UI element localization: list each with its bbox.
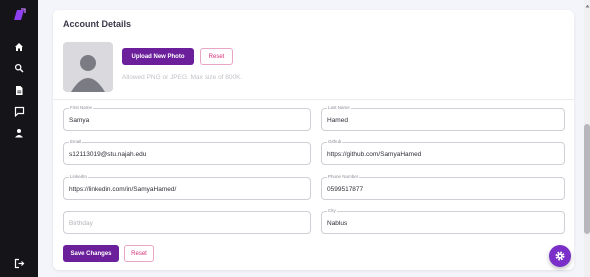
phone-label: Phone Number xyxy=(327,174,360,180)
linkedin-field[interactable]: LinkedIn https://linkedin.com/in/SamyaHa… xyxy=(63,174,311,200)
github-label: Github xyxy=(327,139,343,145)
email-field[interactable]: Email s12113019@stu.najah.edu xyxy=(63,139,311,165)
github-field[interactable]: Github https://github.com/SamyaHamed xyxy=(321,139,565,165)
reset-form-button[interactable]: Reset xyxy=(124,245,154,262)
last-name-label: Last Name xyxy=(327,105,351,111)
scroll-up-icon[interactable] xyxy=(584,4,590,8)
save-changes-button[interactable]: Save Changes xyxy=(63,245,119,262)
birthday-placeholder: Birthday xyxy=(69,220,93,227)
first-name-label: First Name xyxy=(69,105,94,111)
phone-field[interactable]: Phone Number 0599517877 xyxy=(321,174,565,200)
gear-icon xyxy=(555,251,565,261)
document-icon[interactable] xyxy=(11,82,27,98)
card-title: Account Details xyxy=(63,19,132,29)
upload-hint: Allowed PNG or JPEG. Max size of 800K. xyxy=(122,74,243,81)
first-name-field[interactable]: First Name Samya xyxy=(63,105,311,131)
last-name-value: Hamed xyxy=(327,117,348,124)
upload-photo-button[interactable]: Upload New Photo xyxy=(122,48,194,65)
scrollbar[interactable] xyxy=(584,0,590,277)
sidebar xyxy=(0,0,38,277)
first-name-value: Samya xyxy=(69,117,90,124)
city-value: Nablus xyxy=(327,220,348,227)
linkedin-label: LinkedIn xyxy=(69,174,89,180)
chat-icon[interactable] xyxy=(11,103,27,119)
reset-photo-button[interactable]: Reset xyxy=(200,48,233,65)
home-icon[interactable] xyxy=(11,39,27,55)
phone-value: 0599517877 xyxy=(327,186,364,193)
account-details-card: Account Details Upload New Photo Reset A… xyxy=(53,10,574,270)
logo-icon[interactable] xyxy=(11,7,27,23)
divider xyxy=(53,99,574,100)
user-icon[interactable] xyxy=(11,125,27,141)
city-field[interactable]: City Nablus xyxy=(321,208,565,234)
scrollbar-thumb[interactable] xyxy=(584,124,590,234)
avatar xyxy=(63,42,113,92)
github-value: https://github.com/SamyaHamed xyxy=(327,151,422,158)
search-icon[interactable] xyxy=(11,60,27,76)
last-name-field[interactable]: Last Name Hamed xyxy=(321,105,565,131)
linkedin-value: https://linkedin.com/in/SamyaHamed/ xyxy=(69,186,177,193)
avatar-placeholder-icon xyxy=(71,55,105,92)
email-label: Email xyxy=(69,139,83,145)
settings-fab[interactable] xyxy=(549,245,571,267)
birthday-field[interactable]: Birthday xyxy=(63,211,311,234)
city-label: City xyxy=(327,208,337,214)
logout-icon[interactable] xyxy=(11,255,27,271)
email-value: s12113019@stu.najah.edu xyxy=(69,151,147,158)
